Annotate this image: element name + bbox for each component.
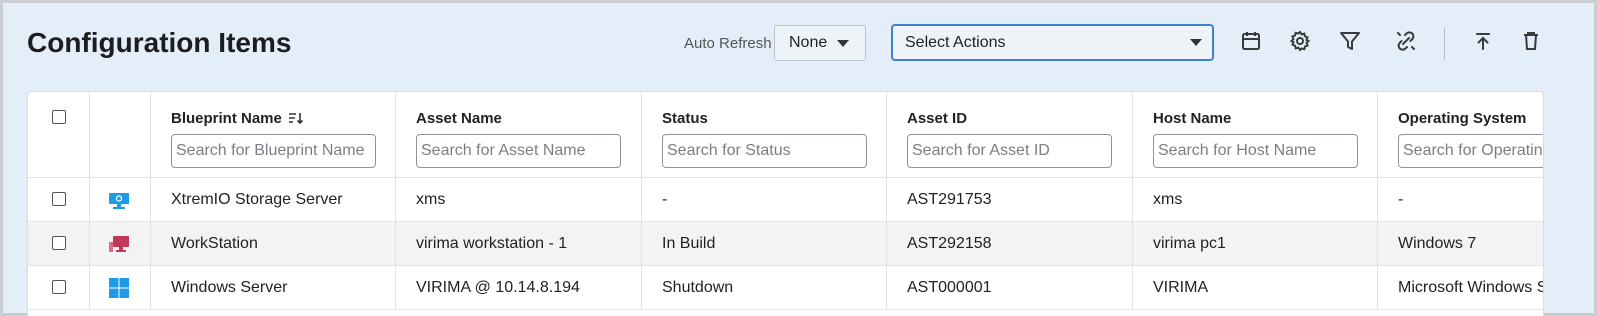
os-cell: Windows 7	[1378, 222, 1543, 265]
host-name-cell: virima pc1	[1133, 222, 1378, 265]
status-value: In Build	[662, 235, 716, 252]
filter-icon[interactable]	[1336, 27, 1364, 55]
row-select-cell	[28, 222, 90, 265]
column-label: Asset Name	[416, 110, 502, 127]
page-title: Configuration Items	[27, 27, 292, 58]
chevron-down-icon	[837, 40, 849, 47]
operating-system: -	[1398, 191, 1404, 208]
configuration-items-grid: Blueprint Name Asset Name Status Asset I…	[27, 91, 1544, 316]
row-icon-cell	[90, 266, 151, 309]
operating-system: Windows 7	[1398, 235, 1477, 252]
host-name-cell: xms	[1133, 178, 1378, 221]
asset-name[interactable]: virima workstation - 1	[416, 235, 567, 253]
column-label: Blueprint Name	[171, 110, 282, 127]
column-label: Host Name	[1153, 110, 1232, 127]
blueprint-cell: WorkStation	[151, 222, 396, 265]
asset-name[interactable]: VIRIMA @ 10.14.8.194	[416, 279, 580, 297]
page-header: Configuration Items Auto Refresh None Se…	[3, 3, 1594, 91]
row-icon-cell	[90, 178, 151, 221]
workstation-icon	[109, 236, 129, 252]
gear-icon[interactable]	[1286, 27, 1314, 55]
host-name: VIRIMA	[1153, 279, 1209, 296]
row-checkbox[interactable]	[52, 280, 66, 294]
column-header-status[interactable]: Status	[642, 92, 887, 177]
asset-name-cell: xms	[396, 178, 642, 221]
column-label: Asset ID	[907, 110, 968, 127]
blueprint-cell: XtremIO Storage Server	[151, 178, 396, 221]
row-checkbox[interactable]	[52, 192, 66, 206]
auto-refresh-select[interactable]: None	[774, 25, 866, 61]
unlink-icon[interactable]	[1392, 27, 1420, 55]
asset-id: AST292158	[907, 235, 992, 252]
asset-name-cell: virima workstation - 1	[396, 222, 642, 265]
storage-server-icon	[109, 193, 129, 209]
chevron-down-icon	[1190, 39, 1202, 46]
select-actions-dropdown[interactable]: Select Actions	[891, 24, 1214, 61]
search-host-name-input[interactable]	[1153, 134, 1358, 168]
host-name-cell: VIRIMA	[1133, 266, 1378, 309]
sort-icon[interactable]	[289, 112, 303, 124]
column-label: Operating System	[1398, 110, 1527, 127]
column-header-operating-system[interactable]: Operating System	[1378, 92, 1543, 177]
auto-refresh-value: None	[789, 34, 828, 51]
host-name: xms	[1153, 191, 1183, 208]
asset-id: AST291753	[907, 191, 992, 208]
search-asset-id-input[interactable]	[907, 134, 1112, 168]
column-header-host-name[interactable]: Host Name	[1133, 92, 1378, 177]
toolbar-divider	[1444, 27, 1445, 60]
trash-icon[interactable]	[1517, 27, 1545, 55]
column-header-asset-name[interactable]: Asset Name	[396, 92, 642, 177]
select-actions-value: Select Actions	[905, 34, 1006, 51]
status-cell: Shutdown	[642, 266, 887, 309]
icon-column-header	[90, 92, 151, 177]
blueprint-name[interactable]: XtremIO Storage Server	[171, 191, 343, 209]
status-value: Shutdown	[662, 279, 734, 296]
table-row[interactable]: XtremIO Storage Server xms - AST291753 x…	[28, 178, 1543, 222]
row-checkbox[interactable]	[52, 236, 66, 250]
search-asset-name-input[interactable]	[416, 134, 621, 168]
status-value: -	[662, 191, 668, 208]
host-name: virima pc1	[1153, 235, 1226, 252]
os-cell: -	[1378, 178, 1543, 221]
grid-header-row: Blueprint Name Asset Name Status Asset I…	[28, 92, 1543, 178]
blueprint-cell: Windows Server	[151, 266, 396, 309]
auto-refresh-label: Auto Refresh	[684, 35, 772, 52]
asset-name[interactable]: xms	[416, 191, 445, 209]
calendar-icon[interactable]	[1237, 27, 1265, 55]
operating-system: Microsoft Windows Server	[1398, 279, 1543, 296]
search-blueprint-name-input[interactable]	[171, 134, 376, 168]
status-cell: In Build	[642, 222, 887, 265]
blueprint-name[interactable]: WorkStation	[171, 235, 258, 253]
asset-id-cell: AST292158	[887, 222, 1133, 265]
status-cell: -	[642, 178, 887, 221]
windows-icon	[109, 278, 129, 298]
select-all-cell	[28, 92, 90, 177]
os-cell: Microsoft Windows Server	[1378, 266, 1543, 309]
asset-id-cell: AST291753	[887, 178, 1133, 221]
column-label: Status	[662, 110, 708, 127]
row-select-cell	[28, 266, 90, 309]
row-icon-cell	[90, 222, 151, 265]
search-status-input[interactable]	[662, 134, 867, 168]
column-header-blueprint-name[interactable]: Blueprint Name	[151, 92, 396, 177]
select-all-checkbox[interactable]	[52, 110, 66, 124]
asset-id-cell: AST000001	[887, 266, 1133, 309]
column-header-asset-id[interactable]: Asset ID	[887, 92, 1133, 177]
search-operating-system-input[interactable]	[1398, 134, 1543, 168]
blueprint-name[interactable]: Windows Server	[171, 279, 287, 297]
table-row[interactable]: Windows Server VIRIMA @ 10.14.8.194 Shut…	[28, 266, 1543, 310]
asset-name-cell: VIRIMA @ 10.14.8.194	[396, 266, 642, 309]
export-icon[interactable]	[1469, 27, 1497, 55]
table-row[interactable]: WorkStation virima workstation - 1 In Bu…	[28, 222, 1543, 266]
row-select-cell	[28, 178, 90, 221]
asset-id: AST000001	[907, 279, 992, 296]
